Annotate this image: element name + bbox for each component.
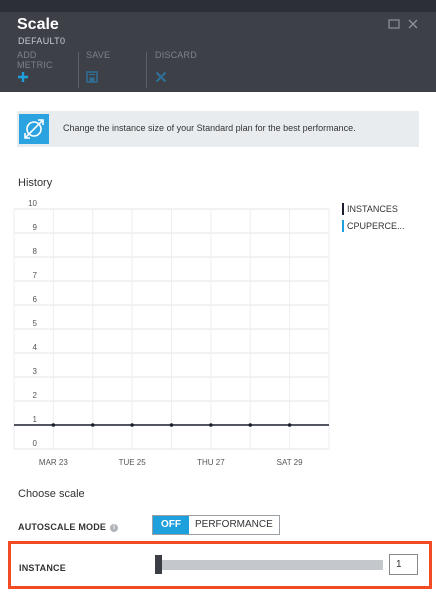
y-tick-label: 4 bbox=[33, 343, 38, 352]
legend-item-cpupercentage[interactable]: CPUPERCE... bbox=[342, 220, 405, 232]
instance-row: INSTANCE 1 bbox=[8, 541, 432, 589]
y-tick-label: 6 bbox=[33, 295, 38, 304]
plus-icon bbox=[18, 72, 28, 82]
choose-scale-title: Choose scale bbox=[18, 488, 85, 500]
series-point-0 bbox=[209, 423, 213, 427]
history-chart: 0 1 2 3 4 5 6 7 8 9 10 MAR 23 TUE 25 THU 27 SAT 29 bbox=[13, 199, 330, 467]
legend-label-cpupercentage: CPUPERCE... bbox=[347, 221, 405, 231]
series-point-0 bbox=[169, 423, 174, 427]
info-banner: Change the instance size of your Standar… bbox=[17, 111, 419, 147]
series-point-0 bbox=[248, 423, 253, 427]
y-tick-label: 1 bbox=[33, 415, 38, 424]
save-button[interactable]: SAVE bbox=[86, 50, 142, 88]
autoscale-mode-label: AUTOSCALE MODE i bbox=[18, 522, 119, 532]
blade-title: Scale bbox=[17, 16, 59, 33]
y-tick-label: 0 bbox=[33, 439, 38, 448]
discard-button[interactable]: DISCARD bbox=[155, 50, 225, 88]
autoscale-mode-text: AUTOSCALE MODE bbox=[18, 522, 107, 532]
close-icon[interactable] bbox=[407, 18, 419, 30]
autoscale-mode-toggle[interactable]: OFF PERFORMANCE bbox=[152, 515, 280, 535]
autoscale-off-option[interactable]: OFF bbox=[153, 516, 189, 534]
legend-swatch-cpupercentage bbox=[342, 220, 344, 232]
legend-label-instances: INSTANCES bbox=[347, 204, 398, 214]
y-tick-label: 5 bbox=[33, 319, 38, 328]
discard-x-icon bbox=[155, 71, 167, 83]
save-label: SAVE bbox=[86, 50, 111, 60]
discard-label: DISCARD bbox=[155, 50, 197, 60]
save-icon bbox=[86, 71, 98, 83]
y-tick-label: 9 bbox=[33, 223, 38, 232]
add-metric-label-2: METRIC bbox=[17, 60, 53, 70]
instance-count-input[interactable]: 1 bbox=[389, 554, 418, 575]
series-point-0 bbox=[130, 423, 134, 427]
series-point-0 bbox=[90, 423, 95, 427]
command-separator bbox=[78, 52, 79, 88]
x-tick-label: TUE 25 bbox=[119, 458, 147, 467]
scale-badge-icon bbox=[19, 114, 49, 144]
x-tick-label: SAT 29 bbox=[277, 458, 303, 467]
y-tick-label: 8 bbox=[33, 247, 38, 256]
legend-swatch-instances bbox=[342, 203, 344, 215]
blade-subtitle: DEFAULT0 bbox=[18, 36, 66, 46]
instance-slider-handle[interactable] bbox=[155, 555, 162, 574]
y-tick-label: 7 bbox=[33, 271, 38, 280]
instance-label: INSTANCE bbox=[19, 563, 66, 573]
command-separator bbox=[146, 52, 147, 88]
y-tick-label: 2 bbox=[33, 391, 38, 400]
maximize-icon[interactable] bbox=[388, 18, 400, 30]
info-banner-text: Change the instance size of your Standar… bbox=[63, 123, 356, 133]
y-tick-label: 10 bbox=[28, 199, 37, 208]
info-icon[interactable]: i bbox=[110, 523, 119, 532]
y-tick-label: 3 bbox=[33, 367, 38, 376]
history-title: History bbox=[18, 177, 53, 189]
instance-slider-track[interactable] bbox=[155, 560, 383, 570]
series-point-0 bbox=[51, 423, 56, 427]
add-metric-button[interactable]: ADD METRIC bbox=[17, 50, 73, 88]
x-tick-label: THU 27 bbox=[197, 458, 225, 467]
x-tick-label: MAR 23 bbox=[39, 458, 68, 467]
autoscale-performance-option[interactable]: PERFORMANCE bbox=[189, 516, 279, 534]
legend-item-instances[interactable]: INSTANCES bbox=[342, 203, 398, 215]
blade-header: Scale DEFAULT0 ADD METRIC SAVE DISCARD bbox=[0, 12, 436, 92]
series-point-0 bbox=[287, 423, 292, 427]
window-top-strip bbox=[0, 0, 436, 12]
add-metric-label-1: ADD bbox=[17, 50, 37, 60]
